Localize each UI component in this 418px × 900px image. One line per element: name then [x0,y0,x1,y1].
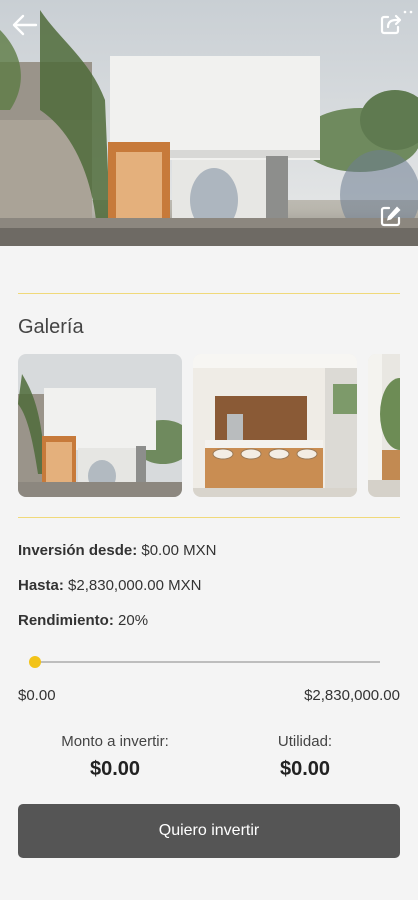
profit-value: $0.00 [279,758,331,780]
amount-value: $0.00 [89,758,141,780]
investment-slider-handle[interactable] [29,656,41,668]
profit-label: Utilidad: [277,733,333,750]
gallery-carousel[interactable] [18,354,400,497]
amount-label: Monto a invertir: [61,733,169,750]
investment-yield-label: Rendimiento: [18,612,114,629]
gallery-thumb-house[interactable] [18,354,182,497]
investment-from: Inversión desde: $0.00 MXN [18,542,216,559]
house-thumbnail-image [18,354,182,497]
edit-icon [380,206,401,227]
arrow-left-icon [12,14,38,36]
investment-to: Hasta: $2,830,000.00 MXN [18,577,201,594]
slider-max-label: $2,830,000.00 [304,687,400,704]
share-icon [380,14,402,35]
section-divider [18,517,400,518]
gallery-thumb-kitchen[interactable] [193,354,357,497]
slider-min-label: $0.00 [18,687,56,704]
kitchen-thumbnail-image [193,354,357,497]
gallery-title: Galería [18,316,84,338]
edit-button[interactable] [376,201,406,231]
property-hero-image [0,0,418,246]
house-exterior-illustration [0,0,418,246]
gallery-thumb-garden[interactable] [368,354,400,497]
investment-from-value: $0.00 MXN [141,542,217,559]
invest-button[interactable]: Quiero invertir [18,804,400,858]
back-button[interactable] [8,8,42,42]
investment-to-value: $2,830,000.00 MXN [68,577,202,594]
share-button[interactable] [376,9,406,39]
investment-yield: Rendimiento: 20% [18,612,148,629]
overflow-dots-icon [402,2,414,14]
investment-yield-value: 20% [118,612,149,629]
investment-to-label: Hasta: [18,577,64,594]
investment-slider-track[interactable] [34,661,380,663]
section-divider [18,293,400,294]
garden-thumbnail-image [368,354,400,497]
investment-from-label: Inversión desde: [18,542,138,559]
